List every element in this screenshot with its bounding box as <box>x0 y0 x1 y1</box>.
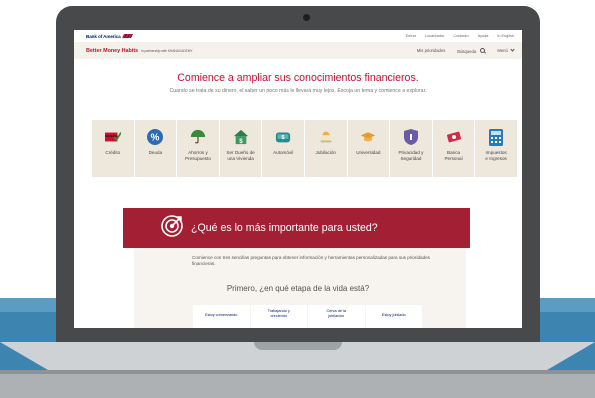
hero-subtitle: Cuando se trata de su dinero, el saber u… <box>169 88 427 94</box>
nav-search[interactable]: Búsqueda <box>457 47 486 54</box>
topic-label: Banca Personal <box>444 150 463 161</box>
topic-label: Crédito <box>105 150 121 155</box>
umbrella-icon <box>190 129 206 145</box>
utility-bar: Bank of America Entrar Localizador Conta… <box>74 30 522 42</box>
stage-option-retired[interactable]: Estoy jubilado <box>365 305 422 328</box>
life-stage-options: Estoy comenzando Trabajando y creciendo … <box>193 305 422 328</box>
stage-label: Trabajando y creciendo <box>267 309 290 318</box>
hammock-icon <box>318 129 334 145</box>
util-link-help[interactable]: Ayuda <box>478 34 489 38</box>
calculator-icon <box>488 128 504 146</box>
shield-icon <box>403 129 419 145</box>
nav-search-label: Búsqueda <box>457 48 477 54</box>
laptop-base-front <box>0 370 595 398</box>
topic-tile-privacy[interactable]: Privacidad y Seguridad <box>390 120 432 177</box>
topic-label: Impuestos e Ingresos <box>485 150 507 161</box>
svg-text:%: % <box>151 133 160 144</box>
partner-text: in partnership with KHANACADEMY <box>141 48 193 53</box>
stage-option-starting[interactable]: Estoy comenzando <box>193 305 250 328</box>
stage-label: Cerca de la jubilación <box>326 309 346 318</box>
svg-text:$: $ <box>239 138 243 145</box>
site-brand[interactable]: Better Money Habits in partnership with … <box>86 48 193 54</box>
chevron-down-icon <box>510 47 515 52</box>
priorities-intro: Comience con tres sencillas preguntas pa… <box>192 255 430 267</box>
laptop-hinge-notch <box>254 342 342 350</box>
topic-label: Jubilación <box>315 150 336 155</box>
topic-tile-banking[interactable]: Banca Personal <box>432 120 475 177</box>
bank-logo-text: Bank of America <box>86 33 121 39</box>
util-link-signin[interactable]: Entrar <box>406 34 416 38</box>
target-icon <box>161 214 183 242</box>
priorities-banner: ¿Qué es lo más importante para usted? <box>123 208 470 248</box>
nav-menu-label: Menú <box>497 48 508 53</box>
site-title: Better Money Habits <box>86 47 139 54</box>
credit-card-icon <box>104 129 121 145</box>
util-link-locator[interactable]: Localizador <box>425 34 444 38</box>
graduation-cap-icon <box>360 129 376 145</box>
car-icon: $ <box>275 129 291 145</box>
svg-text:$: $ <box>282 135 285 141</box>
topic-tile-savings[interactable]: Ahorros y Presupuesto <box>177 120 219 177</box>
house-icon: $ <box>233 129 249 145</box>
topic-tile-homeownership[interactable]: $ Ser Dueño de una Vivienda <box>219 120 262 177</box>
money-icon <box>446 129 462 145</box>
laptop-base-edge <box>0 370 595 374</box>
laptop-screen: Bank of America Entrar Localizador Conta… <box>74 30 522 328</box>
site-header: Better Money Habits in partnership with … <box>74 42 522 59</box>
webcam-icon <box>303 14 310 21</box>
topic-tile-retirement[interactable]: Jubilación <box>304 120 347 177</box>
stage-option-working[interactable]: Trabajando y creciendo <box>250 305 307 328</box>
topic-tile-credit[interactable]: Crédito <box>92 120 134 177</box>
topic-label: Privacidad y Seguridad <box>398 150 424 161</box>
bank-logo[interactable]: Bank of America <box>86 33 133 39</box>
header-nav: Mis prioridades Búsqueda Menú <box>417 47 515 54</box>
percent-icon: % <box>147 129 164 145</box>
topic-label: Automóvil <box>273 150 294 155</box>
util-link-contact[interactable]: Contacto <box>453 34 468 38</box>
hero-title: Comience a ampliar sus conocimientos fin… <box>177 72 419 84</box>
search-icon <box>480 47 486 53</box>
utility-links: Entrar Localizador Contacto Ayuda In Eng… <box>406 34 514 38</box>
stage-label: Estoy jubilado <box>381 313 406 317</box>
stage-label: Estoy comenzando <box>205 313 238 317</box>
topic-tile-college[interactable]: Universidad <box>347 120 390 177</box>
flag-icon <box>121 34 133 38</box>
banner-title: ¿Qué es lo más importante para usted? <box>191 222 378 234</box>
topic-label: Deuda <box>148 150 163 155</box>
topic-label: Ahorros y Presupuesto <box>185 150 211 161</box>
topic-label: Universidad <box>356 150 381 155</box>
hero-section: Comience a ampliar sus conocimientos fin… <box>74 59 522 94</box>
topic-label: Ser Dueño de una Vivienda <box>226 150 255 161</box>
stage-option-near-retirement[interactable]: Cerca de la jubilación <box>308 305 365 328</box>
topic-grid: Crédito % Deuda Ahorros y Presupuesto $ … <box>92 120 517 177</box>
nav-priorities[interactable]: Mis prioridades <box>417 48 445 53</box>
topic-tile-taxes[interactable]: Impuestos e Ingresos <box>475 120 517 177</box>
util-link-english[interactable]: In English <box>497 34 514 38</box>
topic-tile-debt[interactable]: % Deuda <box>134 120 177 177</box>
life-stage-question: Primero, ¿en qué etapa de la vida está? <box>226 284 370 293</box>
nav-menu[interactable]: Menú <box>497 47 515 53</box>
topic-tile-auto[interactable]: $ Automóvil <box>262 120 304 177</box>
